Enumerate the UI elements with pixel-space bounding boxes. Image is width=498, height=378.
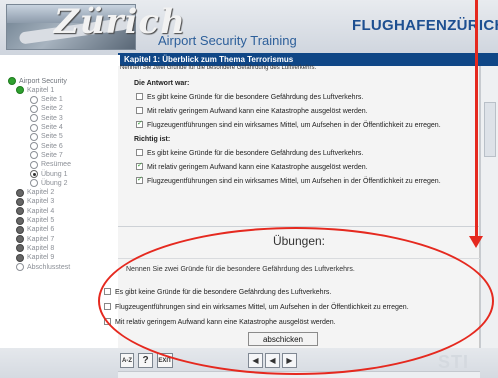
sidebar-item[interactable]: Kapitel 1 [16,86,55,95]
unvisited-dot-icon [30,104,38,113]
your-answer-item: Mit relativ geringem Aufwand kann eine K… [136,107,368,115]
sidebar-item-label: Kapitel 8 [27,244,55,252]
collapsed-node-icon [16,197,24,206]
sidebar-item-label: Seite 5 [41,133,63,141]
collapsed-node-icon [16,216,24,225]
sidebar-item[interactable]: Kapitel 5 [16,216,55,225]
sidebar-item-label: Kapitel 1 [27,86,55,94]
unvisited-dot-icon [30,160,38,169]
sidebar-item-label: Kapitel 3 [27,198,55,206]
sidebar-item-label: Übung 2 [41,179,68,187]
sidebar-item-label: Kapitel 2 [27,189,55,197]
sidebar-item[interactable]: Abschlusstest [16,263,70,271]
sidebar-item-label: Abschlusstest [27,263,71,271]
sti-logo: STI [438,352,470,372]
sidebar-item[interactable]: Airport Security [8,77,67,85]
collapsed-node-icon [16,207,24,216]
checkbox-checked-icon [136,175,143,184]
unvisited-dot-icon [30,123,38,132]
annotation-circle [98,227,494,375]
sidebar-item-label: Seite 6 [41,142,63,150]
sidebar-item[interactable]: Kapitel 8 [16,244,55,253]
sidebar-item[interactable]: Seite 5 [30,132,63,141]
unvisited-dot-icon [16,263,24,271]
sidebar-item-label: Kapitel 5 [27,217,55,224]
checkbox-icon [136,149,143,156]
your-answer-item: Es gibt keine Gründe für die besondere G… [136,93,363,101]
app-title: Airport Security Training [158,33,297,48]
sidebar-item[interactable]: Kapitel 6 [16,225,55,234]
sidebar-nav: Airport Security Kapitel 1 Seite 1 Seite 2S… [0,55,120,378]
help-button[interactable]: ? [138,353,153,368]
sidebar-item-label: Kapitel 6 [27,226,55,234]
sidebar-item-label: Seite 3 [41,114,63,122]
sidebar-item[interactable]: Kapitel 7 [16,235,55,244]
unvisited-dot-icon [30,95,38,104]
unvisited-dot-icon [30,142,38,151]
sidebar-item[interactable]: Seite 2 [30,104,63,113]
sidebar-item-label: Kapitel 7 [27,235,55,243]
correct-answer-item: Mit relativ geringem Aufwand kann eine K… [136,161,368,171]
annotation-arrow-head [469,236,483,248]
sidebar-item[interactable]: Seite 1 [30,95,63,104]
sidebar-item[interactable]: Übung 2 [30,179,68,188]
sidebar-item[interactable]: Kapitel 4 [16,207,55,216]
collapsed-node-icon [16,235,24,244]
collapsed-node-icon [16,244,24,253]
sidebar-item[interactable]: Kapitel 3 [16,197,55,206]
sidebar-item-label: Kapitel 9 [27,254,55,262]
sidebar-item-label: Seite 1 [41,96,63,104]
sidebar-item[interactable]: Seite 3 [30,114,63,123]
sidebar-item[interactable]: Seite 4 [30,123,63,132]
unvisited-dot-icon [30,179,38,188]
glossary-button[interactable]: A-Z [120,353,134,368]
sidebar-item-label: Seite 7 [41,151,63,159]
expanded-node-icon [16,86,24,95]
collapsed-node-icon [16,188,24,197]
sidebar-item[interactable]: Übung 1 [30,170,67,178]
sidebar-item-label: Kapitel 4 [27,207,55,215]
your-answer-heading: Die Antwort war: [134,80,190,87]
sidebar-item-label: Resümee [41,161,71,169]
sidebar-item[interactable]: Kapitel 2 [16,188,55,197]
feedback-question-text: Nennen Sie zwei Gründe für die besondere… [120,65,317,71]
annotation-arrow [475,0,478,240]
checkbox-icon [136,107,143,114]
scrollbar-thumb[interactable] [484,102,496,157]
collapsed-node-icon [16,225,24,234]
correct-answer-item: Flugzeugentführungen sind ein wirksames … [136,175,441,185]
correct-answer-heading: Richtig ist: [134,136,171,143]
sidebar-item[interactable]: Seite 7 [30,151,63,160]
unvisited-dot-icon [30,151,38,160]
correct-answer-item: Es gibt keine Gründe für die besondere G… [136,149,363,157]
unvisited-dot-icon [30,132,38,141]
your-answer-item: Flugzeugentführungen sind ein wirksames … [136,119,441,129]
current-page-icon [30,170,38,178]
collapsed-node-icon [16,253,24,262]
checkbox-checked-icon [136,161,143,170]
sidebar-item[interactable]: Kapitel 9 [16,253,55,262]
checkbox-icon [136,93,143,100]
sidebar-item-label: Seite 2 [41,105,63,113]
expanded-node-icon [8,77,16,85]
header: Zürich Airport Security Training FLUGHAF… [0,0,498,55]
sidebar-item-label: Airport Security [19,77,67,85]
sidebar-item[interactable]: Seite 6 [30,142,63,151]
sidebar-item-label: Seite 4 [41,124,63,131]
unvisited-dot-icon [30,114,38,123]
sidebar-item[interactable]: Resümee [30,160,71,169]
checkbox-checked-icon [136,119,143,128]
sidebar-item-label: Übung 1 [41,170,68,178]
